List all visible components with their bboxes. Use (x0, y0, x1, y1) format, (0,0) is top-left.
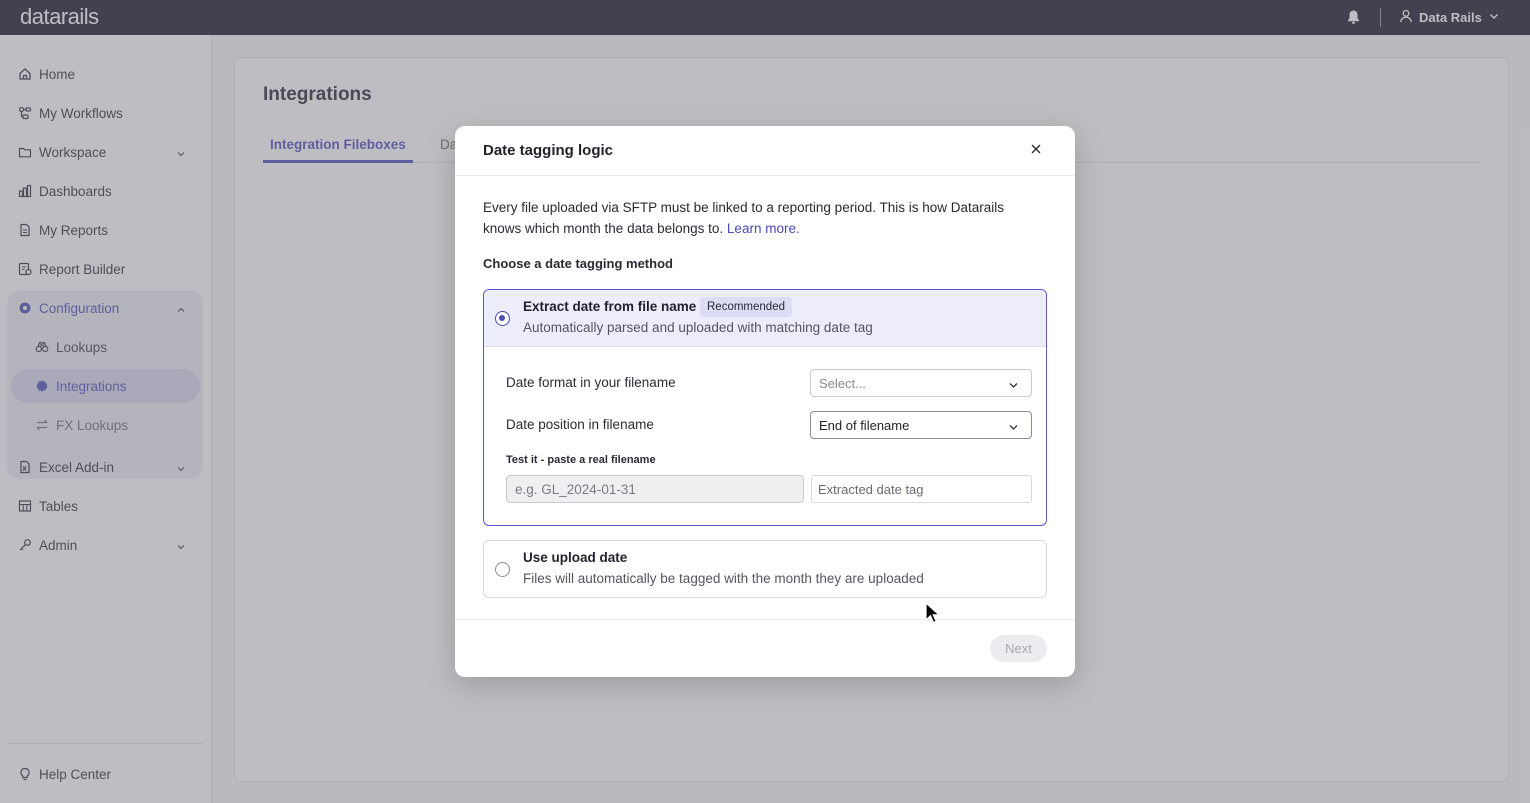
learn-more-link[interactable]: Learn more. (727, 221, 800, 236)
option1-radio[interactable] (495, 311, 510, 326)
option1-title: Extract date from file name (523, 299, 697, 314)
date-position-select[interactable]: End of filename (810, 411, 1032, 439)
extracted-date-tag-field: Extracted date tag (811, 475, 1032, 503)
option-use-upload-date[interactable]: Use upload date Files will automatically… (483, 540, 1047, 598)
test-filename-input[interactable]: e.g. GL_2024-01-31 (506, 475, 804, 503)
recommended-badge: Recommended (700, 297, 792, 317)
option1-header[interactable]: Extract date from file name Recommended … (484, 290, 1046, 347)
option-extract-from-filename: Extract date from file name Recommended … (483, 289, 1047, 526)
close-button[interactable] (1027, 142, 1045, 160)
option2-title: Use upload date (523, 550, 628, 565)
next-button[interactable]: Next (990, 635, 1047, 662)
option1-description: Automatically parsed and uploaded with m… (523, 320, 873, 335)
option2-radio[interactable] (495, 562, 510, 577)
date-format-select[interactable]: Select... (810, 369, 1032, 397)
modal-header: Date tagging logic (455, 126, 1075, 176)
test-label: Test it - paste a real filename (506, 454, 656, 466)
option2-description: Files will automatically be tagged with … (523, 571, 924, 586)
section-label: Choose a date tagging method (483, 256, 673, 271)
date-format-label: Date format in your filename (506, 375, 676, 390)
modal-intro: Every file uploaded via SFTP must be lin… (483, 197, 1043, 239)
close-icon (1030, 142, 1042, 160)
date-tagging-modal: Date tagging logic Every file uploaded v… (455, 126, 1075, 677)
chevron-down-icon (1008, 379, 1019, 394)
date-position-value: End of filename (819, 417, 910, 433)
chevron-down-icon (1008, 421, 1019, 436)
date-format-value: Select... (819, 375, 866, 391)
mouse-cursor-icon (925, 601, 941, 629)
modal-title: Date tagging logic (483, 142, 614, 159)
date-position-label: Date position in filename (506, 417, 654, 432)
modal-footer-divider (455, 619, 1075, 620)
